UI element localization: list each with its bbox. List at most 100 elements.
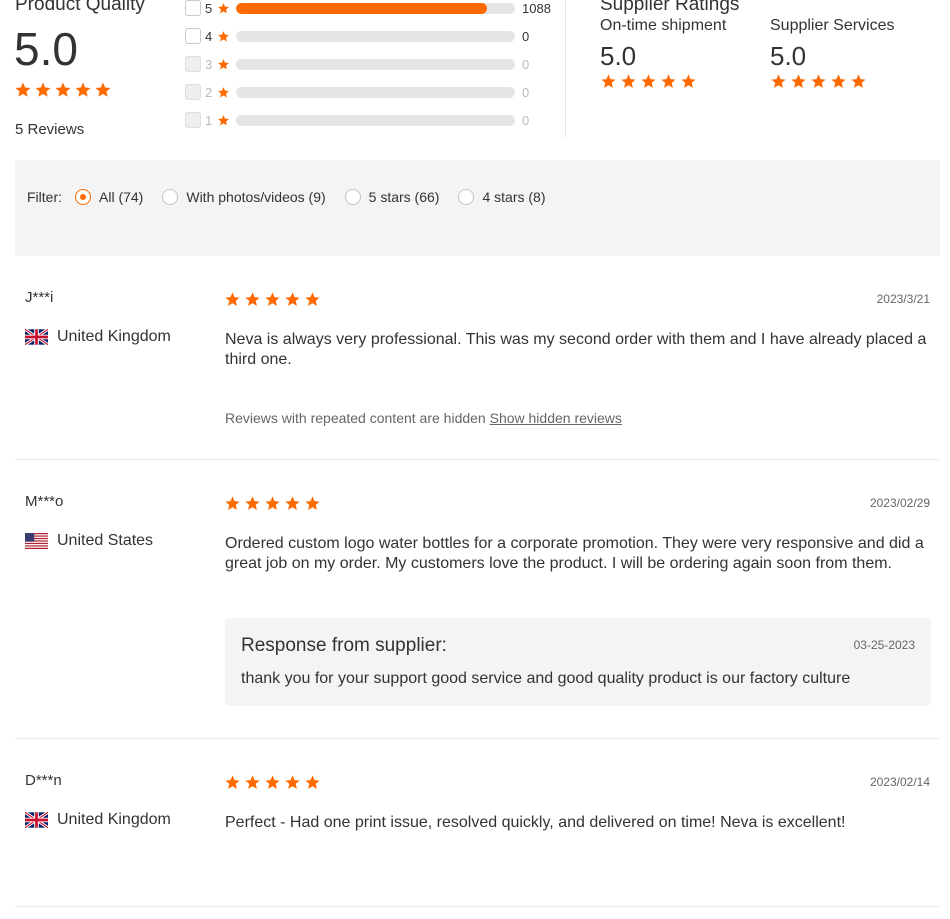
product-quality-title: Product Quality xyxy=(15,0,145,15)
star-icon xyxy=(284,495,301,512)
distribution-bar-fill xyxy=(236,2,488,14)
star-icon xyxy=(830,73,847,90)
rating-score: 5.0 xyxy=(770,41,807,71)
distribution-bar xyxy=(236,86,515,98)
filter-with-photos-videos[interactable]: With photos/videos (9) xyxy=(162,189,326,205)
star-level-label: 4 xyxy=(205,28,213,44)
filter-option-label: With photos/videos (9) xyxy=(186,189,326,205)
review-text: Perfect - Had one print issue, resolved … xyxy=(225,814,846,831)
star-icon xyxy=(217,2,230,15)
country-name: United Kingdom xyxy=(57,811,171,828)
uk-flag-icon xyxy=(25,329,48,345)
star-icon xyxy=(660,73,677,90)
star-icon xyxy=(244,774,261,791)
reviewer-country: United Kingdom xyxy=(25,811,171,829)
star-icon xyxy=(850,73,867,90)
filter-option-label: 4 stars (8) xyxy=(482,189,546,205)
review-item: J***i United Kingdom 2023/3/21 Neva is a… xyxy=(15,256,940,460)
filter-all[interactable]: All (74) xyxy=(75,189,143,205)
review-item: M***o United States 2023/02/29 Ordered c… xyxy=(15,460,940,739)
star-icon xyxy=(217,30,230,43)
star-level-label: 2 xyxy=(205,84,213,100)
star-filter-checkbox xyxy=(185,112,201,128)
reviewer-country: United States xyxy=(25,532,153,550)
rating-label: Supplier Services xyxy=(770,17,895,34)
star-filter-checkbox xyxy=(185,84,201,100)
rating-summary: Product Quality 5.0 5 Reviews 5 1088 4 0 3 0 2… xyxy=(0,0,950,150)
product-quality-score: 5.0 xyxy=(14,23,78,75)
star-icon xyxy=(244,495,261,512)
hidden-reviews-text: Reviews with repeated content are hidden xyxy=(225,410,486,426)
filter-bar: Filter: All (74) With photos/videos (9) … xyxy=(15,160,940,256)
review-date: 2023/3/21 xyxy=(876,292,930,306)
distribution-count: 0 xyxy=(522,84,530,100)
star-level-label: 3 xyxy=(205,56,213,72)
radio-icon[interactable] xyxy=(458,189,475,205)
star-icon xyxy=(680,73,697,90)
star-icon xyxy=(790,73,807,90)
filter-option-label: All (74) xyxy=(99,189,144,205)
star-icon xyxy=(304,495,321,512)
distribution-bar xyxy=(236,58,515,70)
rating-score: 5.0 xyxy=(600,41,637,71)
response-text: thank you for your support good service … xyxy=(241,670,851,687)
review-text: Neva is always very professional. This w… xyxy=(225,331,927,368)
star-icon xyxy=(217,86,230,99)
hidden-reviews-note: Reviews with repeated content are hidden… xyxy=(225,410,622,426)
distribution-row-1: 10 xyxy=(185,111,565,129)
uk-flag-icon xyxy=(25,812,48,828)
response-title: Response from supplier: xyxy=(241,635,447,656)
star-icon xyxy=(54,81,72,99)
rating-stars xyxy=(770,73,895,90)
distribution-bar xyxy=(236,2,515,14)
star-icon xyxy=(284,774,301,791)
distribution-bar xyxy=(236,30,515,42)
star-level-label: 1 xyxy=(205,112,213,128)
star-icon xyxy=(244,291,261,308)
rating-label: On-time shipment xyxy=(600,17,727,34)
radio-icon[interactable] xyxy=(162,189,179,205)
star-icon xyxy=(14,81,32,99)
distribution-row-5: 5 1088 xyxy=(185,0,565,17)
country-name: United States xyxy=(57,532,154,549)
distribution-count: 0 xyxy=(522,56,530,72)
supplier-services-rating: Supplier Services 5.0 xyxy=(770,17,895,90)
star-icon xyxy=(810,73,827,90)
filter-5-stars[interactable]: 5 stars (66) xyxy=(344,189,439,205)
response-date: 03-25-2023 xyxy=(853,638,915,652)
star-icon xyxy=(264,495,281,512)
radio-icon[interactable] xyxy=(75,189,91,205)
star-level-label: 5 xyxy=(205,0,213,16)
star-icon xyxy=(217,58,230,71)
review-stars xyxy=(224,774,324,791)
distribution-count: 0 xyxy=(522,112,530,128)
show-hidden-reviews-link[interactable]: Show hidden reviews xyxy=(490,410,622,426)
filter-label: Filter: xyxy=(27,189,62,205)
reviewer-country: United Kingdom xyxy=(25,328,171,346)
reviews-count: 5 Reviews xyxy=(15,121,85,138)
star-icon xyxy=(304,291,321,308)
distribution-count: 0 xyxy=(522,28,530,44)
star-icon xyxy=(264,774,281,791)
us-flag-icon xyxy=(25,533,48,549)
star-icon xyxy=(224,291,241,308)
distribution-count: 1088 xyxy=(522,0,551,16)
star-icon xyxy=(34,81,52,99)
review-date: 2023/02/14 xyxy=(869,775,930,789)
on-time-shipment-rating: On-time shipment 5.0 xyxy=(600,17,726,90)
star-icon xyxy=(217,114,230,127)
star-icon xyxy=(94,81,112,99)
star-filter-checkbox[interactable] xyxy=(185,28,201,44)
distribution-row-2: 20 xyxy=(185,83,565,101)
distribution-row-4: 40 xyxy=(185,27,565,45)
distribution-row-3: 30 xyxy=(185,55,565,73)
review-stars xyxy=(224,495,324,512)
radio-icon[interactable] xyxy=(344,189,361,205)
star-icon xyxy=(74,81,92,99)
star-filter-checkbox[interactable] xyxy=(185,0,201,16)
filter-4-stars[interactable]: 4 stars (8) xyxy=(458,189,545,205)
review-date: 2023/02/29 xyxy=(869,496,930,510)
review-item: D***n United Kingdom 2023/02/14 Perfect … xyxy=(15,739,940,907)
supplier-ratings-title: Supplier Ratings xyxy=(600,0,740,15)
star-icon xyxy=(224,774,241,791)
